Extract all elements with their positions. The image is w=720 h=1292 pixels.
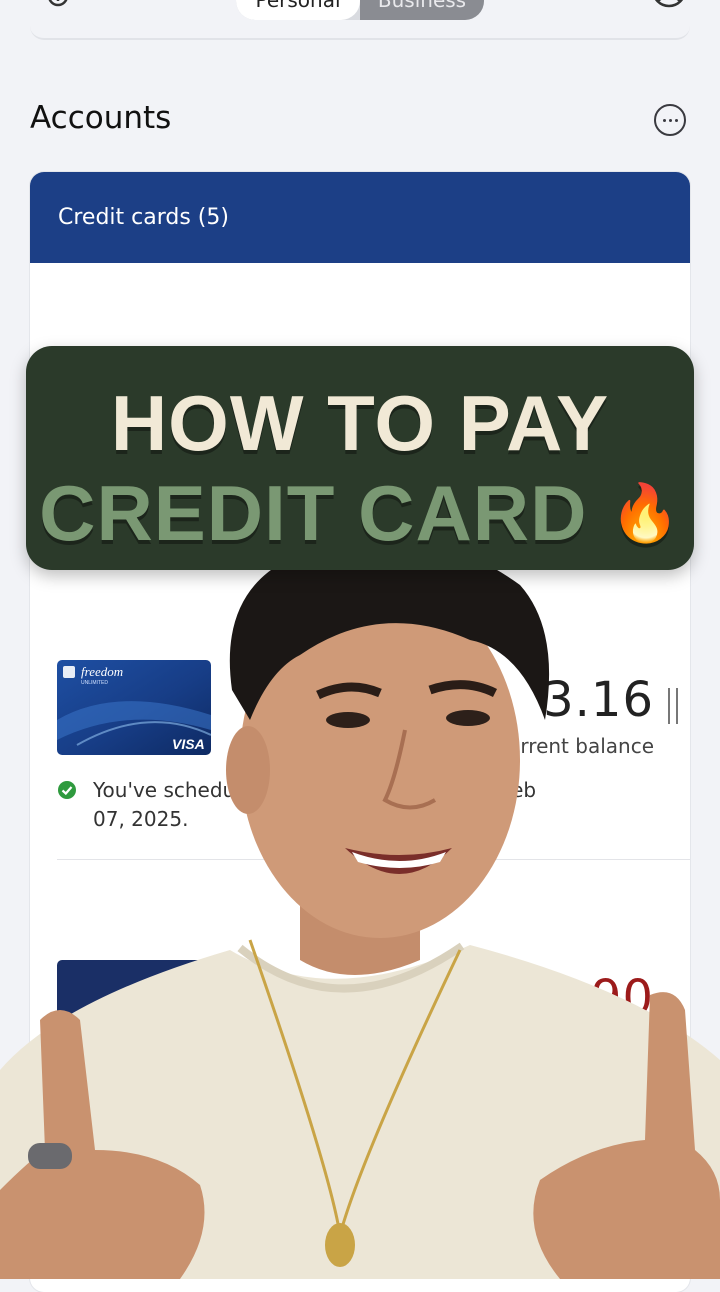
fire-icon: 🔥 (610, 481, 681, 544)
overlay-title-line1: HOW TO PAY (110, 379, 610, 467)
overlay-title-line2: CREDIT CARD 🔥 (26, 468, 694, 559)
title-overlay: HOW TO PAY CREDIT CARD 🔥 (26, 346, 694, 570)
presenter-photo (0, 538, 720, 1279)
overlay-title-line2-text: CREDIT CARD (39, 469, 588, 557)
